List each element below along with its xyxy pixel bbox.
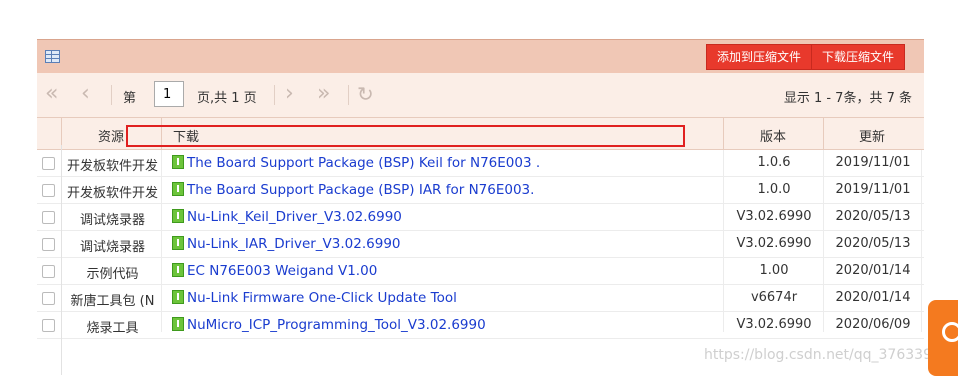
download-link[interactable]: Nu-Link_Keil_Driver_V3.02.6990	[172, 209, 402, 225]
download-icon	[172, 317, 184, 331]
watermark-text: https://blog.csdn.net/qq_37633939	[704, 347, 950, 363]
pagination-bar: « ‹ 第 页,共 1 页 › » ↻ 显示 1 - 7条，共 7 条	[37, 73, 924, 118]
table-row[interactable]: 调试烧录器 Nu-Link_Keil_Driver_V3.02.6990 V3.…	[37, 204, 924, 231]
pager-separator	[348, 85, 349, 105]
download-link-text[interactable]: The Board Support Package (BSP) IAR for …	[187, 182, 534, 198]
updated-cell: 2020/06/09	[835, 317, 911, 332]
download-link-text[interactable]: Nu-Link Firmware One-Click Update Tool	[187, 290, 457, 306]
table-row[interactable]: 调试烧录器 Nu-Link_IAR_Driver_V3.02.6990 V3.0…	[37, 231, 924, 258]
page-total-label: 页,共 1 页	[197, 91, 257, 106]
refresh-icon[interactable]: ↻	[357, 84, 374, 104]
resource-cell: 调试烧录器	[79, 240, 145, 255]
version-cell: 1.0.6	[757, 155, 791, 170]
table-row[interactable]: 烧录工具 NuMicro_ICP_Programming_Tool_V3.02.…	[37, 312, 924, 339]
header-version[interactable]: 版本	[760, 126, 786, 145]
resource-cell: 烧录工具	[86, 321, 139, 336]
download-icon	[172, 263, 184, 277]
page-prefix-label: 第	[123, 91, 137, 106]
header-resource[interactable]: 资源	[98, 126, 124, 145]
row-checkbox[interactable]	[42, 157, 55, 170]
row-checkbox[interactable]	[42, 211, 55, 224]
download-icon	[172, 155, 184, 169]
row-checkbox[interactable]	[42, 238, 55, 251]
updated-cell: 2020/01/14	[835, 290, 911, 305]
resource-cell: 新唐工具包 (N	[70, 294, 155, 309]
first-page-icon[interactable]: «	[45, 83, 58, 105]
download-link-text[interactable]: NuMicro_ICP_Programming_Tool_V3.02.6990	[187, 317, 486, 333]
download-link-text[interactable]: Nu-Link_IAR_Driver_V3.02.6990	[187, 236, 401, 252]
updated-cell: 2019/11/01	[835, 182, 911, 197]
version-cell: 1.0.0	[757, 182, 791, 197]
column-divider	[723, 118, 724, 149]
download-link[interactable]: NuMicro_ICP_Programming_Tool_V3.02.6990	[172, 317, 486, 333]
prev-page-icon[interactable]: ‹	[81, 83, 90, 105]
updated-cell: 2020/01/14	[835, 263, 911, 278]
version-cell: V3.02.6990	[736, 317, 812, 332]
download-link[interactable]: Nu-Link Firmware One-Click Update Tool	[172, 290, 457, 306]
support-icon	[942, 322, 958, 342]
download-zip-button[interactable]: 下载压缩文件	[811, 44, 906, 70]
row-checkbox[interactable]	[42, 265, 55, 278]
grid-table-icon	[45, 50, 60, 63]
table-body: 开发板软件开发 The Board Support Package (BSP) …	[37, 150, 924, 339]
resource-cell: 开发板软件开发	[66, 159, 158, 174]
updated-cell: 2019/11/01	[835, 155, 911, 170]
download-link[interactable]: Nu-Link_IAR_Driver_V3.02.6990	[172, 236, 401, 252]
row-checkbox[interactable]	[42, 292, 55, 305]
download-icon	[172, 182, 184, 196]
download-icon	[172, 209, 184, 223]
updated-cell: 2020/05/13	[835, 236, 911, 251]
resource-cell: 开发板软件开发	[66, 186, 158, 201]
highlight-annotation-box	[126, 125, 685, 147]
page-number-input[interactable]	[154, 81, 184, 107]
resource-cell: 调试烧录器	[79, 213, 145, 228]
panel-titlebar: 添加到压缩文件 下载压缩文件	[37, 39, 924, 73]
table-row[interactable]: 新唐工具包 (N Nu-Link Firmware One-Click Upda…	[37, 285, 924, 312]
version-cell: v6674r	[750, 290, 798, 305]
download-icon	[172, 236, 184, 250]
table-row[interactable]: 开发板软件开发 The Board Support Package (BSP) …	[37, 150, 924, 177]
version-cell: V3.02.6990	[736, 236, 812, 251]
download-link-text[interactable]: EC N76E003 Weigand V1.00	[187, 263, 377, 279]
record-count-label: 显示 1 - 7条，共 7 条	[783, 91, 912, 106]
version-cell: V3.02.6990	[736, 209, 812, 224]
download-link-text[interactable]: Nu-Link_Keil_Driver_V3.02.6990	[187, 209, 402, 225]
table-row[interactable]: 开发板软件开发 The Board Support Package (BSP) …	[37, 177, 924, 204]
download-link[interactable]: The Board Support Package (BSP) Keil for…	[172, 155, 540, 171]
header-updated[interactable]: 更新	[859, 126, 885, 145]
download-icon	[172, 290, 184, 304]
left-divider	[61, 145, 62, 375]
pager-separator	[111, 85, 112, 105]
download-panel: 添加到压缩文件 下载压缩文件 « ‹ 第 页,共 1 页 › » ↻ 显示 1 …	[37, 39, 924, 339]
resource-cell: 示例代码	[86, 267, 139, 282]
row-checkbox[interactable]	[42, 184, 55, 197]
download-link[interactable]: The Board Support Package (BSP) IAR for …	[172, 182, 534, 198]
row-checkbox[interactable]	[42, 319, 55, 332]
add-to-zip-button[interactable]: 添加到压缩文件	[706, 44, 813, 70]
next-page-icon[interactable]: ›	[285, 83, 294, 105]
version-cell: 1.00	[759, 263, 789, 278]
pager-separator	[274, 85, 275, 105]
side-float-widget[interactable]	[928, 300, 958, 376]
table-row[interactable]: 示例代码 EC N76E003 Weigand V1.00 1.00 2020/…	[37, 258, 924, 285]
column-divider	[823, 118, 824, 149]
download-link[interactable]: EC N76E003 Weigand V1.00	[172, 263, 377, 279]
last-page-icon[interactable]: »	[317, 83, 330, 105]
download-link-text[interactable]: The Board Support Package (BSP) Keil for…	[187, 155, 540, 171]
updated-cell: 2020/05/13	[835, 209, 911, 224]
